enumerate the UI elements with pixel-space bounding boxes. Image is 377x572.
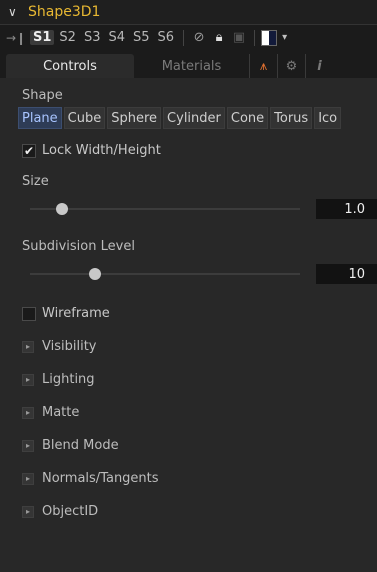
toolbar: →❙ S1 S2 S3 S4 S5 S6 ⊘ 🔒︎ ▣ ▾ [0, 24, 377, 50]
lock-width-height-row: ✔ Lock Width/Height [22, 143, 377, 158]
expand-arrow-icon: ▸ [22, 373, 34, 386]
subdivision-slider-row: 10 [22, 264, 377, 284]
slot-s2[interactable]: S2 [56, 30, 79, 45]
subdivision-value-field[interactable]: 10 [316, 264, 377, 284]
expand-arrow-icon: ▸ [22, 406, 34, 419]
wireframe-row: Wireframe [22, 306, 377, 321]
shape-torus-button[interactable]: Torus [270, 107, 313, 129]
size-slider-track[interactable] [30, 208, 300, 210]
shape-cylinder-button[interactable]: Cylinder [163, 107, 225, 129]
section-label: Lighting [42, 372, 95, 387]
collapse-chevron-icon[interactable]: ∨ [8, 5, 28, 19]
shape-ico-button[interactable]: Ico [314, 107, 342, 129]
section-label: Matte [42, 405, 80, 420]
section-blend-mode[interactable]: ▸ Blend Mode [22, 438, 377, 453]
section-lighting[interactable]: ▸ Lighting [22, 372, 377, 387]
section-label: Visibility [42, 339, 97, 354]
controls-panel: Shape Plane Cube Sphere Cylinder Cone To… [0, 78, 377, 519]
size-slider-handle[interactable] [56, 203, 69, 215]
disable-icon[interactable]: ⊘ [190, 30, 208, 45]
section-label: Blend Mode [42, 438, 119, 453]
slot-s4[interactable]: S4 [105, 30, 128, 45]
subdivision-slider-track[interactable] [30, 273, 300, 275]
size-slider-row: 1.0 [22, 199, 377, 219]
lock-width-height-label: Lock Width/Height [42, 143, 161, 158]
toolbar-divider [183, 29, 185, 46]
shape-button-group: Plane Cube Sphere Cylinder Cone Torus Ic… [0, 107, 377, 129]
tab-settings[interactable]: ⚙ [277, 54, 305, 78]
slot-s3[interactable]: S3 [81, 30, 104, 45]
toolbar-divider [254, 29, 256, 46]
section-matte[interactable]: ▸ Matte [22, 405, 377, 420]
section-normals-tangents[interactable]: ▸ Normals/Tangents [22, 471, 377, 486]
shape-cube-button[interactable]: Cube [63, 107, 106, 129]
section-label: ObjectID [42, 504, 99, 519]
expand-arrow-icon: ▸ [22, 505, 34, 518]
dropdown-arrow-icon[interactable]: ▾ [282, 32, 287, 43]
subdivision-control: Subdivision Level 10 [22, 239, 377, 284]
info-icon: i [317, 58, 322, 74]
slot-s5[interactable]: S5 [130, 30, 153, 45]
color-swatch[interactable] [261, 29, 278, 46]
shape-plane-button[interactable]: Plane [18, 107, 62, 129]
size-label: Size [22, 174, 49, 189]
slot-s1[interactable]: S1 [30, 30, 55, 45]
expand-arrow-icon: ▸ [22, 472, 34, 485]
size-value-field[interactable]: 1.0 [316, 199, 377, 219]
shape-label: Shape [22, 88, 63, 103]
save-icon[interactable]: ▣ [230, 30, 248, 45]
shape-cone-button[interactable]: Cone [226, 107, 269, 129]
pin-icon[interactable]: →❙ [6, 31, 28, 45]
tab-controls[interactable]: Controls [6, 54, 134, 78]
tab-info[interactable]: i [305, 54, 333, 78]
size-control: Size 1.0 [22, 174, 377, 219]
section-label: Normals/Tangents [42, 471, 159, 486]
gear-icon: ⚙ [285, 58, 298, 74]
subdivision-slider-handle[interactable] [88, 268, 101, 280]
expand-arrow-icon: ▸ [22, 439, 34, 452]
lock-icon[interactable]: 🔒︎ [210, 30, 228, 45]
wireframe-label: Wireframe [42, 306, 110, 321]
lock-width-height-checkbox[interactable]: ✔ [22, 143, 36, 158]
tab-bar: Controls Materials ⩚ ⚙ i [0, 50, 377, 78]
shape-sphere-button[interactable]: Sphere [107, 107, 162, 129]
tab-transform[interactable]: ⩚ [249, 54, 277, 78]
tab-materials[interactable]: Materials [134, 54, 249, 78]
tool-header: ∨ Shape3D1 [0, 0, 377, 24]
axes-icon: ⩚ [259, 58, 268, 74]
section-visibility[interactable]: ▸ Visibility [22, 339, 377, 354]
slot-s6[interactable]: S6 [155, 30, 178, 45]
subdivision-label: Subdivision Level [22, 239, 135, 254]
expand-arrow-icon: ▸ [22, 340, 34, 353]
wireframe-checkbox[interactable] [22, 306, 36, 321]
section-objectid[interactable]: ▸ ObjectID [22, 504, 377, 519]
tool-title: Shape3D1 [28, 4, 101, 20]
